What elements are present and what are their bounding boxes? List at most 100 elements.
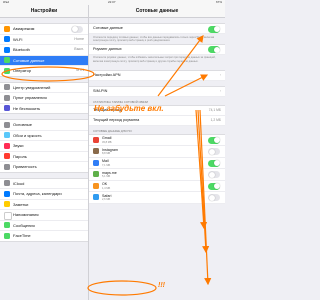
sidebar-item-do-not-disturb[interactable]: Не беспокоить <box>0 104 88 114</box>
hand-icon <box>4 163 10 170</box>
sidebar-item-wifi[interactable]: Wi-Fi Home <box>0 35 88 45</box>
sidebar-item-label: Сотовые данные <box>13 57 45 63</box>
detail-title: Сотовые данные <box>135 8 179 14</box>
sim-pin-label: SIM-PIN <box>93 88 108 93</box>
sim-pin-row[interactable]: SIM-PIN <box>89 85 225 97</box>
messages-icon <box>4 222 10 228</box>
sidebar-item-cellular[interactable]: Сотовые данные <box>0 55 88 66</box>
instagram-icon <box>93 148 99 155</box>
sidebar-item-notes[interactable]: Заметки <box>0 200 88 210</box>
sidebar-item-general[interactable]: Основные <box>0 120 88 131</box>
sidebar-item-label: iCloud <box>13 180 25 186</box>
sidebar-item-control-center[interactable]: Пункт управления <box>0 93 88 104</box>
wifi-value: Home <box>74 36 84 41</box>
moon-icon <box>4 105 10 111</box>
sidebar-item-label: FaceTime <box>13 233 31 238</box>
usage-value: 1,2 МБ <box>210 117 221 122</box>
sidebar-item-label: Пароль <box>13 153 27 159</box>
carrier-value: MTN <box>76 68 84 72</box>
apps-header: Сотовые данные для ПО: <box>93 128 133 133</box>
chevron-right-icon <box>220 71 221 80</box>
mapsme-toggle[interactable] <box>208 171 220 179</box>
sidebar-item-label: Wi-Fi <box>13 36 23 42</box>
usage-label: Текущий период роуминга <box>93 117 140 122</box>
settings-sidebar: Настройки Авиарежим Wi-Fi Home Bluetooth… <box>0 5 89 300</box>
apn-settings-label: Настройки APN <box>93 72 121 77</box>
sidebar-item-privacy[interactable]: Приватность <box>0 162 88 172</box>
sidebar-item-label: Сообщения <box>13 222 35 228</box>
app-size: 7,1 МБ <box>102 163 111 167</box>
control-center-icon <box>4 94 10 101</box>
usage-row: Текущий период роуминга 1,2 МБ <box>89 115 225 126</box>
apn-settings-row[interactable]: Настройки APN <box>89 69 225 81</box>
mail-icon <box>93 159 99 166</box>
sidebar-item-airplane[interactable]: Авиарежим <box>0 24 88 35</box>
sidebar-item-notifications[interactable]: Центр уведомлений <box>0 83 88 93</box>
sidebar-item-label: Напоминания <box>13 212 39 217</box>
sidebar-item-reminders[interactable]: Напоминания <box>0 210 88 221</box>
ok-toggle[interactable] <box>208 182 220 190</box>
sidebar-item-bluetooth[interactable]: Bluetooth Выкл. <box>0 45 88 56</box>
app-row-instagram: Instagram 8,8 МБ <box>89 146 225 158</box>
gear-icon <box>4 121 10 128</box>
notification-center-icon <box>4 84 10 90</box>
safari-toggle[interactable] <box>208 194 220 202</box>
cellular-data-note: Отключите передачу сотовых данных, чтобы… <box>93 35 215 42</box>
sidebar-item-sounds[interactable]: Звуки <box>0 141 88 152</box>
wallpaper-icon <box>4 132 10 138</box>
sidebar-item-icloud[interactable]: iCloud <box>0 179 88 189</box>
sidebar-item-label: Обои и яркость <box>13 132 42 138</box>
app-size: 2,6 МБ <box>102 198 111 202</box>
detail-navbar: Сотовые данные <box>89 5 225 18</box>
reminders-icon <box>4 211 12 220</box>
airplane-icon <box>4 25 10 32</box>
usage-value: 74,1 МБ <box>208 107 221 112</box>
bluetooth-value: Выкл. <box>74 47 84 51</box>
cellular-data-row: Сотовые данные <box>89 23 225 34</box>
annotation-text: Не забудьте вкл. <box>94 104 164 113</box>
sidebar-navbar: Настройки <box>0 5 88 18</box>
gmail-icon <box>93 136 99 143</box>
app-size: 5,1 МБ <box>102 175 111 179</box>
cellular-detail: Сотовые данные Сотовые данные Отключите … <box>89 5 225 300</box>
sidebar-item-wallpaper[interactable]: Обои и яркость <box>0 131 88 141</box>
airplane-toggle[interactable] <box>71 25 83 33</box>
carrier-icon <box>4 67 10 74</box>
app-row-mail: Mail 7,1 МБ <box>89 157 225 170</box>
app-row-gmail: Gmail 45,8 МБ <box>89 133 225 147</box>
facetime-icon <box>4 232 10 239</box>
sidebar-item-label: Не беспокоить <box>13 105 41 111</box>
sidebar-item-label: Оператор <box>13 68 32 73</box>
instagram-toggle[interactable] <box>208 148 220 156</box>
mail-toggle[interactable] <box>208 159 220 167</box>
ok-icon <box>93 182 99 189</box>
sidebar-item-label: Звуки <box>13 143 24 148</box>
app-name: Mail <box>102 159 109 164</box>
sidebar-item-messages[interactable]: Сообщения <box>0 221 88 231</box>
sidebar-item-facetime[interactable]: FaceTime <box>0 231 88 241</box>
sidebar-item-label: Bluetooth <box>13 47 30 52</box>
roaming-note: Отключите роуминг данных, чтобы избежать… <box>93 56 216 63</box>
gmail-toggle[interactable] <box>208 136 220 144</box>
speaker-icon <box>4 142 10 149</box>
cellular-data-toggle[interactable] <box>208 25 220 33</box>
sidebar-item-label: Центр уведомлений <box>13 84 51 90</box>
sidebar-item-passcode[interactable]: Пароль <box>0 152 88 162</box>
sidebar-item-label: Пункт управления <box>13 95 47 100</box>
cellular-icon <box>4 57 10 63</box>
sidebar-item-label: Приватность <box>13 164 37 169</box>
sidebar-item-label: Почта, адреса, календари <box>13 191 62 196</box>
app-row-mapsme: maps.me 5,1 МБ <box>89 169 225 181</box>
app-size: 45,8 МБ <box>102 140 112 144</box>
sidebar-title: Настройки <box>30 8 58 14</box>
lock-icon <box>4 153 10 159</box>
app-row-safari: Safari 2,6 МБ <box>89 192 225 204</box>
sidebar-item-mail[interactable]: Почта, адреса, календари <box>0 189 88 200</box>
sidebar-item-carrier[interactable]: Оператор MTN <box>0 66 88 76</box>
roaming-toggle[interactable] <box>208 46 220 54</box>
sidebar-group-notifications: Центр уведомлений Пункт управления Не бе… <box>0 81 88 114</box>
sidebar-group-network: Авиарежим Wi-Fi Home Bluetooth Выкл. Сот… <box>0 23 88 77</box>
compass-icon <box>93 194 99 201</box>
bluetooth-icon <box>4 46 10 53</box>
roaming-row: Роуминг данных <box>89 43 225 55</box>
